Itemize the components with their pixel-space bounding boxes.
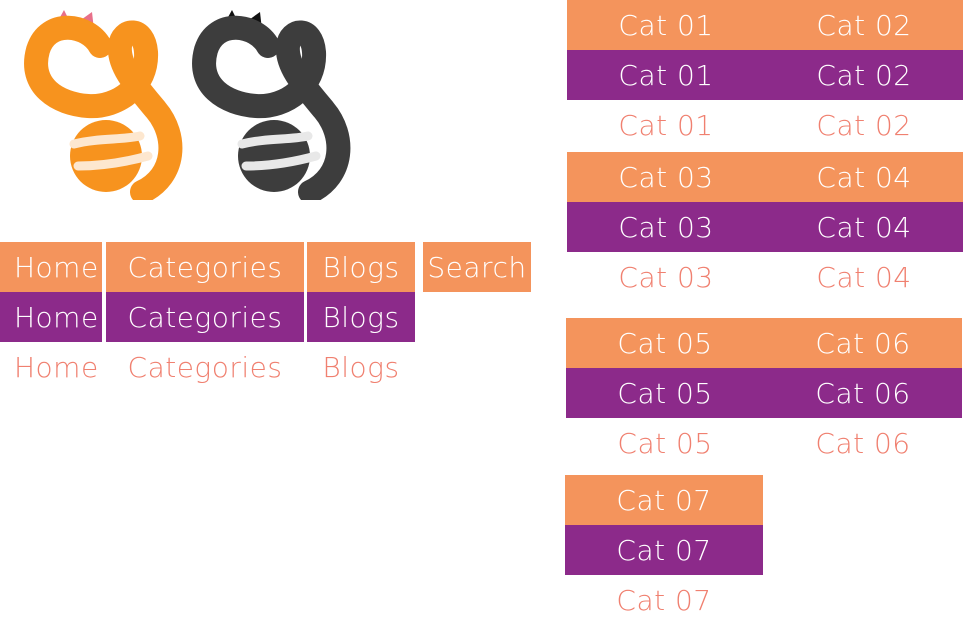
category-label: Cat 05 (617, 376, 713, 410)
category-tile-active[interactable]: Cat 06 (764, 368, 962, 418)
category-label: Cat 07 (616, 533, 712, 567)
nav-categories-button-active[interactable]: Categories (106, 292, 304, 342)
category-tile-active[interactable]: Cat 03 (567, 202, 765, 252)
category-label: Cat 05 (617, 326, 713, 360)
category-label: Cat 06 (815, 376, 911, 410)
category-tile-active[interactable]: Cat 05 (566, 368, 764, 418)
category-label: Cat 04 (816, 160, 912, 194)
category-label: Cat 06 (815, 326, 911, 360)
nav-categories-label: Categories (127, 350, 283, 384)
category-label: Cat 07 (616, 483, 712, 517)
cat-logo-dark-icon (192, 10, 351, 200)
category-tile-hover[interactable]: Cat 06 (764, 318, 962, 368)
category-tile-hover[interactable]: Cat 07 (565, 475, 763, 525)
category-tile-hover[interactable]: Cat 04 (765, 152, 963, 202)
nav-blogs-button-hover[interactable]: Blogs (307, 242, 415, 292)
category-label: Cat 02 (816, 108, 912, 142)
category-tile-hover[interactable]: Cat 01 (567, 0, 765, 50)
category-label: Cat 01 (618, 108, 714, 142)
category-label: Cat 07 (616, 583, 712, 617)
category-tile-hover[interactable]: Cat 03 (567, 152, 765, 202)
category-tile-hover[interactable]: Cat 02 (765, 0, 963, 50)
category-label: Cat 04 (816, 260, 912, 294)
category-label: Cat 05 (617, 426, 713, 460)
category-tile-default[interactable]: Cat 03 (567, 252, 765, 302)
category-tile-default[interactable]: Cat 07 (565, 575, 763, 625)
nav-search-button[interactable]: Search (423, 242, 531, 292)
nav-blogs-label: Blogs (322, 300, 400, 334)
category-label: Cat 02 (816, 58, 912, 92)
category-tile-active[interactable]: Cat 01 (567, 50, 765, 100)
nav-search-label: Search (427, 250, 527, 284)
cat-logo-orange-icon (24, 10, 183, 200)
category-label: Cat 01 (618, 58, 714, 92)
category-tile-default[interactable]: Cat 05 (566, 418, 764, 468)
category-tile-default[interactable]: Cat 02 (765, 100, 963, 150)
category-label: Cat 02 (816, 8, 912, 42)
category-tile-default[interactable]: Cat 06 (764, 418, 962, 468)
logo-orange (18, 6, 186, 200)
category-tile-default[interactable]: Cat 01 (567, 100, 765, 150)
nav-categories-button-hover[interactable]: Categories (106, 242, 304, 292)
category-tile-active[interactable]: Cat 02 (765, 50, 963, 100)
nav-categories-label: Categories (127, 250, 283, 284)
category-tile-active[interactable]: Cat 07 (565, 525, 763, 575)
category-label: Cat 04 (816, 210, 912, 244)
category-label: Cat 03 (618, 260, 714, 294)
logo-dark (186, 6, 354, 200)
nav-blogs-label: Blogs (322, 350, 400, 384)
nav-home-button-hover[interactable]: Home (0, 242, 102, 292)
nav-categories-label: Categories (127, 300, 283, 334)
nav-blogs-label: Blogs (322, 250, 400, 284)
nav-home-label: Home (14, 250, 99, 284)
nav-categories-button-default[interactable]: Categories (106, 342, 304, 392)
nav-blogs-button-default[interactable]: Blogs (307, 342, 415, 392)
nav-blogs-button-active[interactable]: Blogs (307, 292, 415, 342)
nav-home-label: Home (14, 300, 99, 334)
category-tile-default[interactable]: Cat 04 (765, 252, 963, 302)
category-tile-active[interactable]: Cat 04 (765, 202, 963, 252)
category-label: Cat 01 (618, 8, 714, 42)
nav-home-button-active[interactable]: Home (0, 292, 102, 342)
category-tile-hover[interactable]: Cat 05 (566, 318, 764, 368)
nav-home-label: Home (14, 350, 99, 384)
category-label: Cat 03 (618, 210, 714, 244)
nav-home-button-default[interactable]: Home (0, 342, 102, 392)
category-label: Cat 06 (815, 426, 911, 460)
category-label: Cat 03 (618, 160, 714, 194)
